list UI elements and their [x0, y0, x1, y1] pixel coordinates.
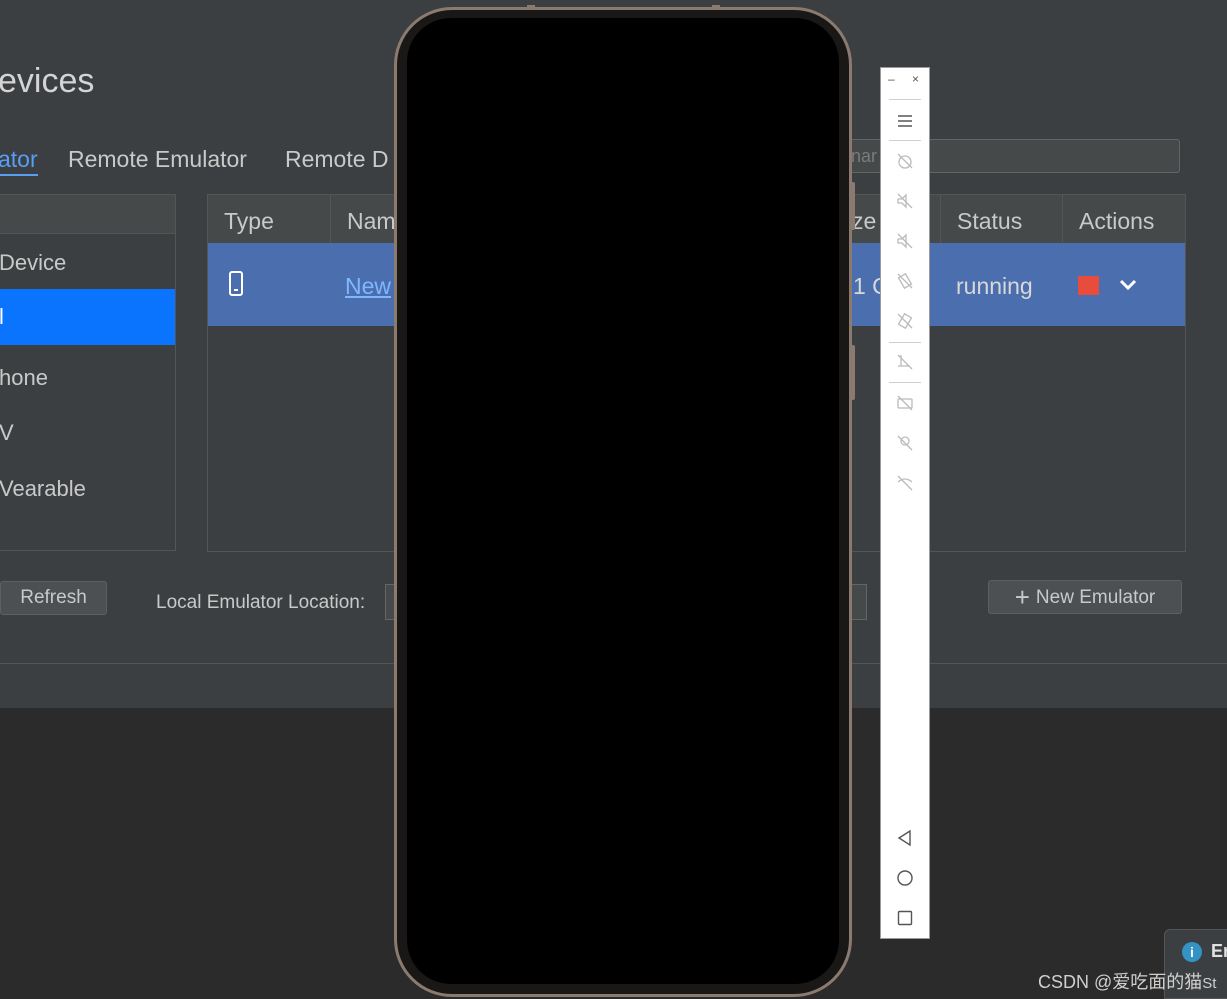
toolbar-divider	[889, 140, 921, 141]
column-type[interactable]: Type	[208, 195, 331, 243]
category-item-device[interactable]: Device	[0, 235, 175, 291]
category-list-header	[0, 195, 175, 234]
device-status: running	[956, 273, 1033, 299]
tab-remote-emulator[interactable]: Remote Emulator	[68, 146, 247, 173]
power-disabled-icon[interactable]	[895, 151, 915, 171]
new-emulator-button[interactable]: + New Emulator	[988, 580, 1182, 614]
tab-remote-device[interactable]: Remote D	[285, 146, 389, 173]
watermark: CSDN @爱吃面的猫St	[1038, 968, 1216, 994]
toolbar-divider	[889, 342, 921, 343]
rotate-right-disabled-icon[interactable]	[895, 311, 915, 331]
camera-disabled-icon[interactable]	[895, 393, 915, 413]
location-disabled-icon[interactable]	[895, 433, 915, 453]
category-list: Device l hone V Vearable	[0, 194, 176, 551]
chevron-down-icon[interactable]	[1116, 273, 1140, 297]
network-disabled-icon[interactable]	[895, 473, 915, 493]
phone-icon	[229, 271, 243, 296]
power-key[interactable]	[850, 345, 855, 400]
column-actions[interactable]: Actions	[1063, 195, 1185, 243]
volume-up-disabled-icon[interactable]	[895, 191, 915, 211]
back-icon[interactable]	[895, 828, 915, 848]
page-title: evices	[0, 62, 95, 100]
phone-screen[interactable]	[407, 18, 839, 984]
category-item-selected[interactable]: l	[0, 289, 175, 345]
info-icon: i	[1182, 942, 1202, 962]
location-label: Local Emulator Location:	[156, 592, 366, 613]
category-item-tv[interactable]: V	[0, 405, 175, 461]
new-emulator-label: New Emulator	[1035, 587, 1156, 608]
top-key-left	[527, 5, 535, 9]
category-item-wearable[interactable]: Vearable	[0, 461, 175, 517]
watermark-tail: St	[1202, 975, 1217, 992]
recents-icon[interactable]	[895, 908, 915, 928]
screenshot-disabled-icon[interactable]	[895, 352, 915, 372]
category-item-phone[interactable]: hone	[0, 350, 175, 406]
plus-icon: +	[1014, 582, 1030, 612]
tab-local-emulator[interactable]: ator	[0, 146, 38, 176]
search-input[interactable]: nar	[822, 139, 1180, 173]
device-name-link[interactable]: New	[345, 243, 391, 326]
top-key-right	[712, 5, 720, 9]
watermark-text: CSDN @爱吃面的猫	[1038, 972, 1203, 992]
toolbar-divider	[889, 382, 921, 383]
emulator-toolbar: – ×	[880, 67, 930, 939]
stop-button[interactable]	[1078, 276, 1099, 295]
menu-icon[interactable]	[895, 111, 915, 131]
rotate-left-disabled-icon[interactable]	[895, 271, 915, 291]
column-status[interactable]: Status	[941, 195, 1063, 243]
toolbar-divider	[889, 99, 921, 100]
volume-up-key[interactable]	[850, 182, 855, 230]
home-icon[interactable]	[895, 868, 915, 888]
volume-down-disabled-icon[interactable]	[895, 231, 915, 251]
refresh-button[interactable]: Refresh	[0, 581, 107, 615]
notification-text: Er	[1211, 941, 1227, 961]
close-button[interactable]: ×	[912, 72, 960, 94]
